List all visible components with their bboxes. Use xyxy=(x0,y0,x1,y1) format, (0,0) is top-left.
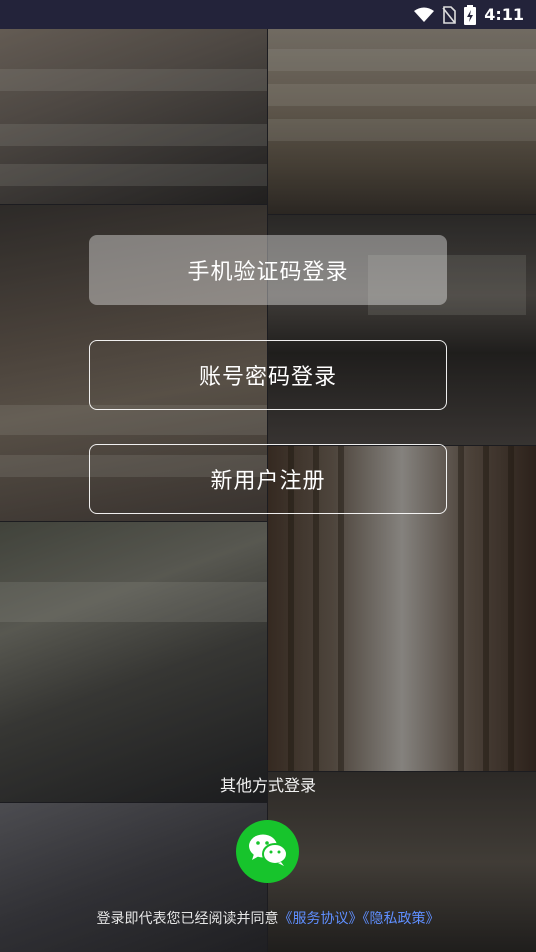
account-password-login-button[interactable]: 账号密码登录 xyxy=(89,340,447,410)
register-button[interactable]: 新用户注册 xyxy=(89,444,447,514)
other-login-label: 其他方式登录 xyxy=(219,776,316,795)
service-agreement-link[interactable]: 《服务协议》 xyxy=(279,911,363,927)
wechat-icon xyxy=(248,833,288,871)
background-photo-study-desk xyxy=(0,803,267,952)
status-bar: 4:11 xyxy=(0,0,536,29)
background-photo-books-cup xyxy=(0,29,267,204)
phone-code-login-button[interactable]: 手机验证码登录 xyxy=(89,235,447,305)
background-photo-book-stack xyxy=(268,29,536,214)
agreement-text: 登录即代表您已经阅读并同意《服务协议》《隐私政策》 xyxy=(0,908,536,928)
no-sim-icon xyxy=(442,5,457,24)
status-time: 4:11 xyxy=(484,5,524,24)
battery-charging-icon xyxy=(464,4,477,25)
background-photo-reading-book xyxy=(0,522,267,802)
wechat-login-button[interactable] xyxy=(236,820,299,883)
wifi-icon xyxy=(414,7,435,23)
privacy-policy-link[interactable]: 《隐私政策》 xyxy=(363,911,440,927)
agreement-prefix: 登录即代表您已经阅读并同意 xyxy=(96,911,279,927)
